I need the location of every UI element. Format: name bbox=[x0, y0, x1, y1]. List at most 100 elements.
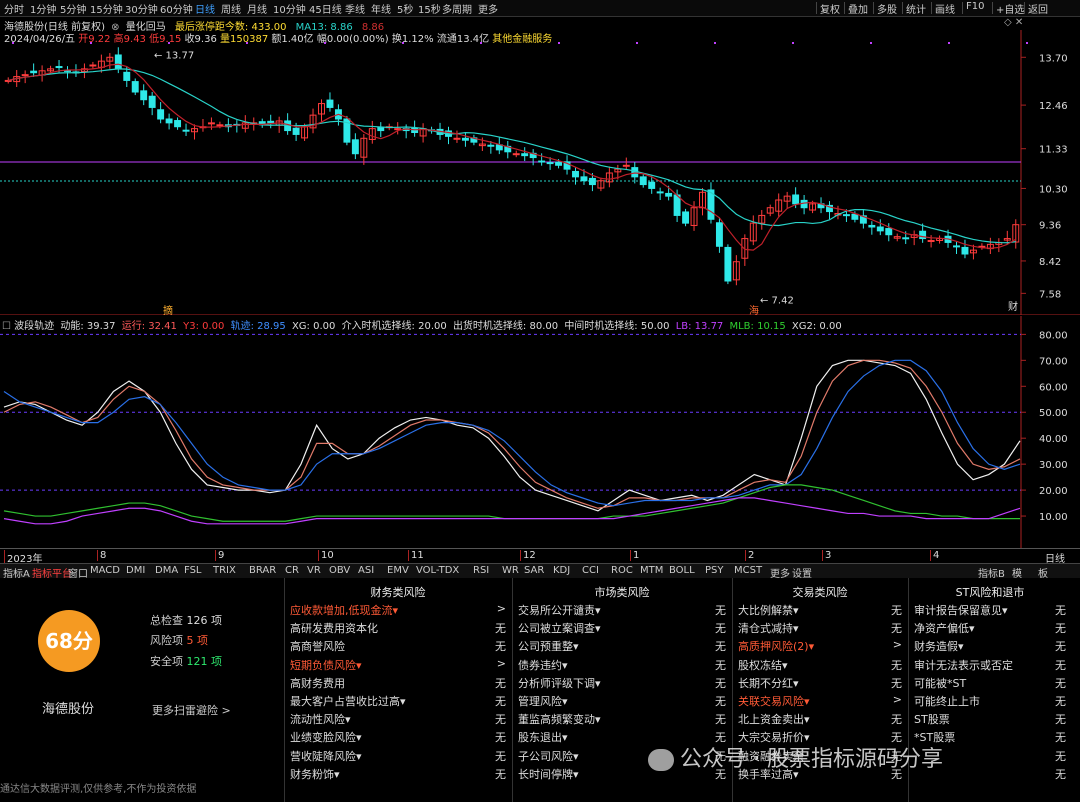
period-tab[interactable]: 1分钟 bbox=[30, 1, 56, 16]
risk-item-value: 无 bbox=[495, 713, 506, 727]
toolbar-button[interactable]: 统计 bbox=[906, 1, 926, 16]
risk-item[interactable]: 董监高频繁变动▾ 无 bbox=[514, 709, 730, 727]
indicator-tab[interactable]: TRIX bbox=[213, 565, 236, 576]
risk-item[interactable]: 营收陡降风险▾ 无 bbox=[286, 746, 510, 764]
period-tab[interactable]: 30分钟 bbox=[125, 1, 158, 16]
period-tab[interactable]: 季线 bbox=[345, 1, 365, 16]
risk-item[interactable]: 清仓式减持▾ 无 bbox=[734, 618, 906, 636]
indicator-tab[interactable]: CCI bbox=[582, 565, 599, 576]
risk-item[interactable]: 短期负债风险▾ > bbox=[286, 655, 510, 673]
indicator-tab[interactable]: ROC bbox=[611, 565, 633, 576]
watermark: 公众号 · 股票指标源码分享 bbox=[648, 741, 943, 773]
candle-body bbox=[656, 191, 664, 194]
risk-item[interactable]: 公司被立案调查▾ 无 bbox=[514, 618, 730, 636]
toolbar-button[interactable]: 返回 bbox=[1028, 1, 1048, 16]
risk-item[interactable]: 北上资金卖出▾ 无 bbox=[734, 709, 906, 727]
risk-item[interactable]: 公司预重整▾ 无 bbox=[514, 636, 730, 654]
indicator-tab[interactable]: ASI bbox=[358, 565, 374, 576]
risk-item[interactable]: 业绩变脸风险▾ 无 bbox=[286, 727, 510, 745]
toolbar-button[interactable]: 叠加 bbox=[848, 1, 868, 16]
period-tab[interactable]: 45日线 bbox=[309, 1, 342, 16]
price-tick-label: 10.30 bbox=[1039, 184, 1068, 195]
indicator-tab[interactable]: PSY bbox=[705, 565, 724, 576]
risk-item[interactable]: 交易所公开谴责▾ 无 bbox=[514, 600, 730, 618]
risk-item[interactable]: 高商誉风险 无 bbox=[286, 636, 510, 654]
candle-body bbox=[842, 214, 850, 217]
risk-item[interactable]: 高质押风险(2)▾ > bbox=[734, 636, 906, 654]
risk-item[interactable]: 净资产偏低▾ 无 bbox=[910, 618, 1070, 636]
toolbar-button[interactable]: 多股 bbox=[877, 1, 897, 16]
indicator-tab[interactable]: VOL-TDX bbox=[416, 565, 459, 576]
period-tab[interactable]: 年线 bbox=[371, 1, 391, 16]
risk-item[interactable]: 流动性风险▾ 无 bbox=[286, 709, 510, 727]
indicator-tab[interactable]: SAR bbox=[524, 565, 544, 576]
indicator-tab[interactable]: MACD bbox=[90, 565, 120, 576]
risk-item[interactable]: 债券违约▾ 无 bbox=[514, 655, 730, 673]
toolbar-button[interactable]: +自选 bbox=[996, 1, 1024, 16]
indicator-tab[interactable]: BRAR bbox=[249, 565, 276, 576]
indicator-series-line bbox=[3, 359, 1021, 509]
risk-item-value: 无 bbox=[495, 695, 506, 708]
close-icon[interactable]: ✕ bbox=[1015, 17, 1023, 28]
triangle-up-icon[interactable]: ◇ bbox=[1004, 17, 1012, 28]
risk-item[interactable]: 管理风险▾ 无 bbox=[514, 691, 730, 709]
risk-item[interactable]: 审计报告保留意见▾ 无 bbox=[910, 600, 1070, 618]
indicator-tab[interactable]: KDJ bbox=[553, 565, 570, 576]
period-tab[interactable]: 分时 bbox=[4, 1, 24, 16]
indicator-tab[interactable]: OBV bbox=[329, 565, 350, 576]
indicator-tab[interactable]: VR bbox=[307, 565, 321, 576]
risk-item[interactable]: 股权冻结▾ 无 bbox=[734, 655, 906, 673]
toolbar-button[interactable]: 复权 bbox=[820, 1, 840, 16]
risk-item[interactable]: 长期不分红▾ 无 bbox=[734, 673, 906, 691]
price-tick-label: 11.33 bbox=[1039, 145, 1068, 156]
risk-item[interactable]: 审计无法表示或否定 无 bbox=[910, 655, 1070, 673]
risk-item-value: 无 bbox=[1055, 713, 1066, 727]
risk-item[interactable]: 应收款增加,低现金流▾ > bbox=[286, 600, 510, 618]
candle-body bbox=[538, 160, 546, 163]
indicator-tab[interactable]: EMV bbox=[387, 565, 409, 576]
risk-item[interactable]: 可能被*ST 无 bbox=[910, 673, 1070, 691]
risk-item[interactable]: 分析师评级下调▾ 无 bbox=[514, 673, 730, 691]
candle-body bbox=[665, 192, 673, 197]
risk-item-name: 业绩变脸风险▾ bbox=[290, 731, 362, 745]
risk-item[interactable]: 关联交易风险▾ > bbox=[734, 691, 906, 709]
indicator-tab[interactable]: FSL bbox=[184, 565, 202, 576]
risk-item[interactable]: 大比例解禁▾ 无 bbox=[734, 600, 906, 618]
indicator-tab[interactable]: DMI bbox=[126, 565, 145, 576]
period-tab[interactable]: 5秒 bbox=[397, 1, 413, 16]
signal-dot bbox=[480, 42, 482, 44]
period-tab[interactable]: 10分钟 bbox=[273, 1, 306, 16]
total-label: 总检查 bbox=[150, 614, 183, 627]
price-chart[interactable]: 13.70 12.46 11.33 10.30 9.36 8.42 7.58 ← 13.77… bbox=[0, 30, 1080, 315]
risk-item[interactable]: 最大客户占营收比过高▾ 无 bbox=[286, 691, 510, 709]
period-tab[interactable]: 60分钟 bbox=[160, 1, 193, 16]
indicator-tab[interactable]: WR bbox=[502, 565, 519, 576]
toolbar-button[interactable]: F10 bbox=[966, 1, 984, 12]
risk-item-value: > bbox=[892, 638, 902, 652]
risk-item[interactable]: ST股票 无 bbox=[910, 709, 1070, 727]
period-tab[interactable]: 多周期 bbox=[442, 1, 472, 16]
period-tab[interactable]: 周线 bbox=[221, 1, 241, 16]
indicator-tab[interactable]: DMA bbox=[155, 565, 178, 576]
indicator-tab[interactable]: RSI bbox=[473, 565, 489, 576]
indicator-tab[interactable]: CR bbox=[285, 565, 299, 576]
period-tab[interactable]: 月线 bbox=[247, 1, 267, 16]
period-tab[interactable]: 5分钟 bbox=[60, 1, 86, 16]
risk-item[interactable]: 财务造假▾ 无 bbox=[910, 636, 1070, 654]
period-tab[interactable]: 15秒 bbox=[418, 1, 441, 16]
indicator-tab[interactable]: MTM bbox=[640, 565, 663, 576]
indicator-chart[interactable]: 80.00 70.00 60.00 50.00 40.00 30.00 20.00 10.00 bbox=[0, 316, 1080, 549]
risk-item[interactable]: 可能终止上市 无 bbox=[910, 691, 1070, 709]
risk-item[interactable]: 财务粉饰▾ 无 bbox=[286, 764, 510, 782]
risk-item[interactable]: 高财务费用 无 bbox=[286, 673, 510, 691]
candle-body bbox=[326, 99, 334, 108]
risk-item[interactable]: 高研发费用资本化 无 bbox=[286, 618, 510, 636]
indicator-tab[interactable]: BOLL bbox=[669, 565, 695, 576]
period-tab[interactable]: 15分钟 bbox=[90, 1, 123, 16]
period-tab[interactable]: 更多 bbox=[478, 1, 498, 16]
toolbar-button[interactable]: 画线 bbox=[935, 1, 955, 16]
period-tab[interactable]: 日线 bbox=[195, 1, 215, 16]
risk-item-name: ST股票 bbox=[914, 713, 950, 727]
indicator-tab[interactable]: MCST bbox=[734, 565, 762, 576]
more-scan-link[interactable]: 更多扫雷避险 > bbox=[152, 702, 231, 718]
